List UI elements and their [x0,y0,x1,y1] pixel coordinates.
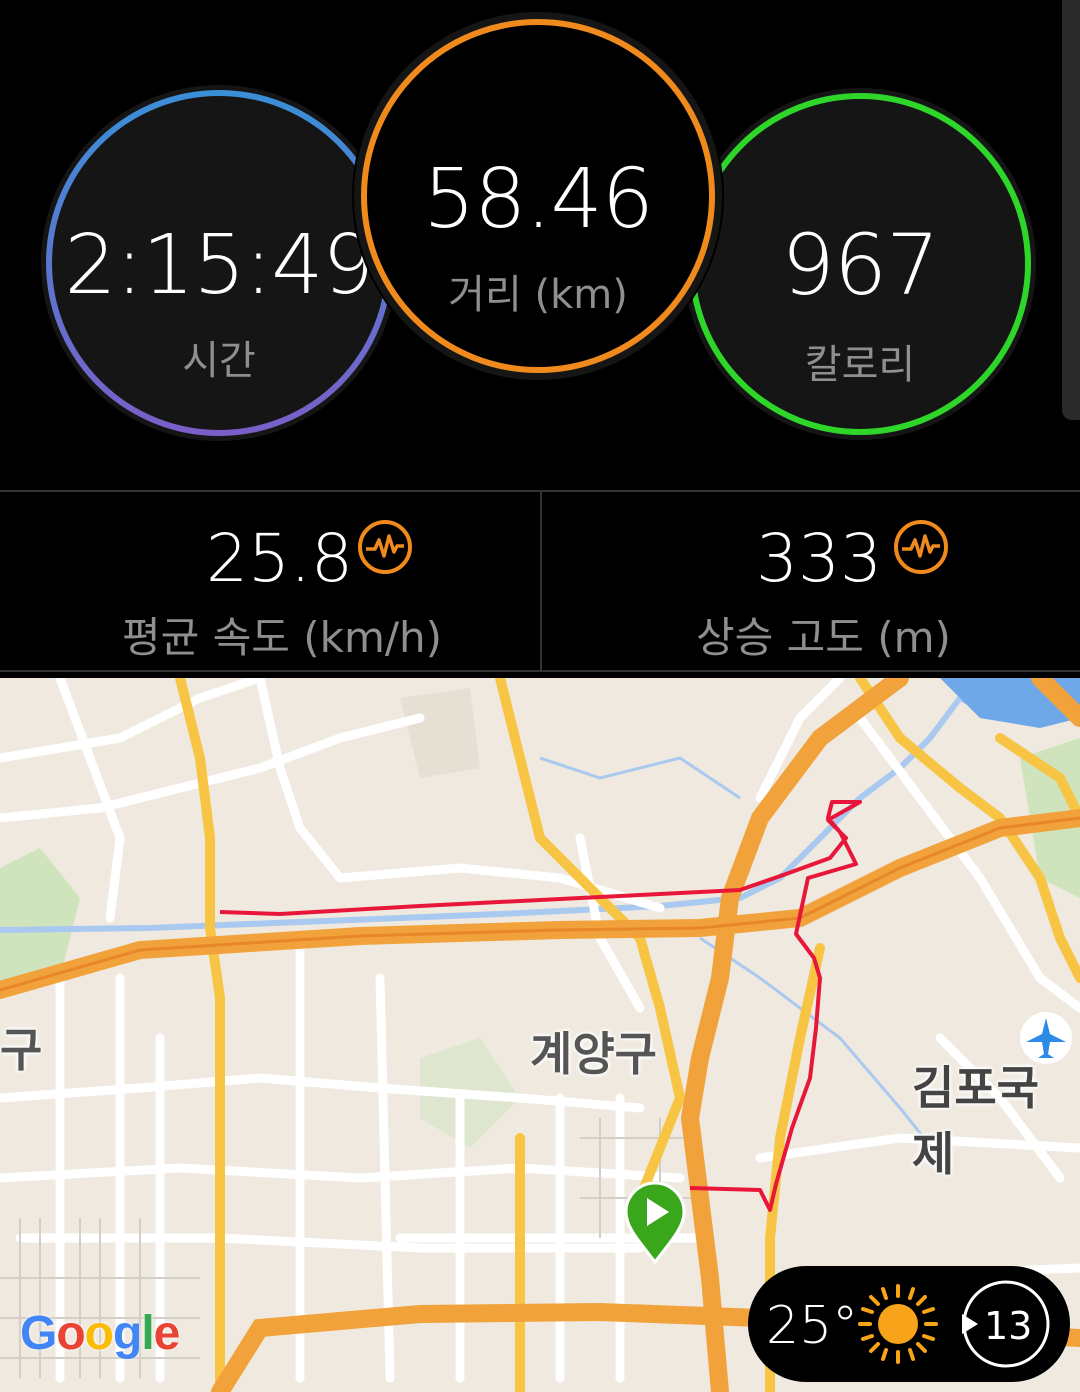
avg-speed-label: 평균 속도 (km/h) [122,613,443,662]
elevation-gain-label: 상승 고도 (m) [696,613,951,662]
map-label-edge: 구 [0,1023,43,1077]
weather-badge[interactable]: 25° 13 [748,1266,1070,1382]
map-label-district: 계양구 [530,1027,657,1081]
map-label-airport: 김포국제 [912,1061,1039,1181]
calories-ring[interactable]: 967 칼로리 [680,84,1040,444]
avg-speed-value: 25.8 [206,520,353,597]
wind-speed: 13 [984,1304,1033,1348]
distance-ring[interactable]: 58.46 거리 (km) [352,10,724,382]
calories-value: 967 [781,216,939,314]
time-label: 시간 [182,338,256,384]
time-ring[interactable]: 2:15:49 시간 [36,80,402,446]
elevation-gain-value: 333 [756,520,882,597]
scroll-indicator [1062,0,1080,420]
google-logo[interactable]: Google [20,1306,180,1361]
time-value: 2:15:49 [64,218,374,313]
stats-row: 25.8 평균 속도 (km/h) 333 상승 고도 (m) [0,490,1080,672]
temperature: 25° [766,1296,859,1356]
avg-speed-stat[interactable]: 25.8 평균 속도 (km/h) [0,492,538,670]
pulse-icon [894,520,948,574]
pulse-icon [358,520,412,574]
summary-rings: 2:15:49 시간 967 칼로리 58.46 거리 (km) [0,0,1080,490]
distance-label: 거리 (km) [448,272,628,318]
distance-value: 58.46 [423,152,654,247]
sun-icon [858,1284,938,1364]
route-map[interactable]: 계양구 김포국제 구 Google 25° 13 [0,678,1080,1392]
elevation-gain-stat[interactable]: 333 상승 고도 (m) [540,492,1080,670]
calories-label: 칼로리 [804,342,916,388]
